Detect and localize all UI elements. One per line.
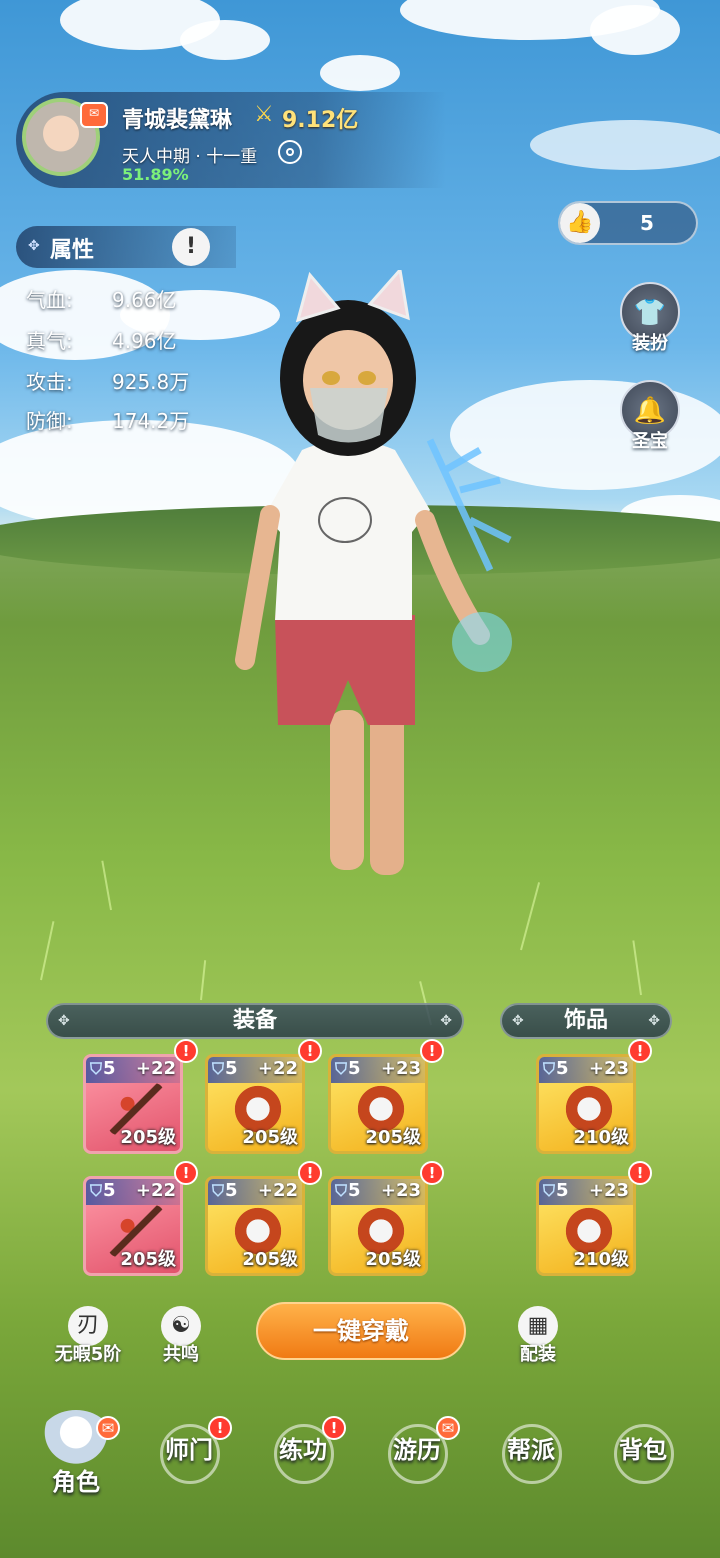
stat-hp: 气血: 9.66亿 — [26, 284, 177, 313]
diamond-ornament-icon: ✥ — [512, 1013, 524, 1029]
stat-label: 真气: — [26, 329, 73, 353]
stat-value: 925.8万 — [112, 370, 190, 394]
accessory-slot-pendant[interactable]: 5 +23 210级 — [536, 1176, 636, 1276]
chat-bubble-icon: ✉ — [96, 1416, 120, 1440]
stat-value: 9.66亿 — [112, 288, 177, 312]
item-enhance: +22 — [257, 1058, 298, 1079]
player-name: 青城裴黛琳 — [122, 108, 233, 133]
treasure-label: 圣宝 — [632, 431, 668, 452]
item-level: 205级 — [242, 1127, 298, 1148]
outfit-label: 装扮 — [632, 333, 668, 354]
equip-all-button[interactable]: 一键穿戴 — [256, 1302, 466, 1360]
item-level: 205级 — [365, 1249, 421, 1270]
nav-travel[interactable]: 游历 — [367, 1430, 467, 1465]
equipment-slot-weapon[interactable]: 5 +22 205级 — [83, 1054, 183, 1154]
resonance-label: 共鸣 — [163, 1344, 199, 1365]
shirt-icon: 👕 — [633, 298, 667, 328]
item-enhance: +23 — [588, 1058, 629, 1079]
attributes-title: 属性 — [50, 238, 95, 263]
equipment-slot-armor[interactable]: 5 +23 205级 — [328, 1054, 428, 1154]
equipment-slot-helmet[interactable]: 5 +22 205级 — [205, 1054, 305, 1154]
item-level: 210级 — [573, 1127, 629, 1148]
stat-qi: 真气: 4.96亿 — [26, 325, 177, 354]
loadout-label: 配装 — [520, 1344, 556, 1365]
crossed-swords-icon: ⚔ — [254, 102, 274, 127]
stat-label: 攻击: — [26, 370, 73, 394]
bell-icon: 🔔 — [633, 396, 667, 426]
stat-defense: 防御: 174.2万 — [26, 405, 189, 434]
item-level: 205级 — [242, 1249, 298, 1270]
info-icon[interactable]: ! — [172, 228, 210, 266]
stat-attack: 攻击: 925.8万 — [26, 366, 189, 395]
item-level: 210级 — [573, 1249, 629, 1270]
item-enhance: +22 — [135, 1180, 176, 1201]
nav-guild[interactable]: 帮派 — [481, 1430, 581, 1465]
equipment-slot-boots[interactable]: 5 +23 205级 — [328, 1176, 428, 1276]
item-rank: 5 — [90, 1180, 116, 1201]
diamond-ornament-icon: ✥ — [440, 1013, 452, 1029]
diamond-ornament-icon: ✥ — [58, 1013, 70, 1029]
stat-value: 4.96亿 — [112, 329, 177, 353]
alert-badge-icon: ! — [298, 1161, 322, 1185]
diamond-ornament-icon: ✥ — [28, 238, 40, 254]
alert-badge-icon: ! — [420, 1039, 444, 1063]
alert-badge-icon: ! — [298, 1039, 322, 1063]
stat-label: 气血: — [26, 288, 73, 312]
alert-badge-icon: ! — [420, 1161, 444, 1185]
like-count: 5 — [640, 211, 654, 235]
nav-training[interactable]: 练功 — [253, 1430, 353, 1465]
item-level: 205级 — [365, 1127, 421, 1148]
equipment-slot-belt[interactable]: 5 +22 205级 — [205, 1176, 305, 1276]
alert-badge-icon: ! — [628, 1161, 652, 1185]
item-enhance: +23 — [380, 1180, 421, 1201]
diamond-ornament-icon: ✥ — [648, 1013, 660, 1029]
equipment-header: ✥ 装备 ✥ — [46, 1003, 464, 1039]
alert-badge-icon: ! — [174, 1039, 198, 1063]
thumbs-up-icon[interactable]: 👍 — [560, 203, 600, 243]
nav-character[interactable]: 角色 — [26, 1462, 126, 1497]
chat-bubble-icon: ✉ — [80, 102, 108, 128]
combat-power: 9.12亿 — [282, 108, 359, 133]
item-rank: 5 — [335, 1180, 361, 1201]
item-enhance: +22 — [257, 1180, 298, 1201]
item-rank: 5 — [543, 1058, 569, 1079]
flawless-label: 无暇5阶 — [54, 1344, 122, 1365]
accessory-slot-ring[interactable]: 5 +23 210级 — [536, 1054, 636, 1154]
alert-badge-icon: ! — [628, 1039, 652, 1063]
item-rank: 5 — [212, 1058, 238, 1079]
alert-badge-icon: ! — [174, 1161, 198, 1185]
accessories-header: ✥ 饰品 ✥ — [500, 1003, 672, 1039]
search-icon[interactable] — [278, 140, 302, 164]
item-enhance: +22 — [135, 1058, 176, 1079]
item-enhance: +23 — [588, 1180, 629, 1201]
realm-progress: 51.89% — [122, 165, 189, 184]
stat-value: 174.2万 — [112, 409, 190, 433]
item-level: 205级 — [120, 1127, 176, 1148]
item-level: 205级 — [120, 1249, 176, 1270]
item-rank: 5 — [335, 1058, 361, 1079]
cultivation-realm: 天人中期 · 十一重 — [122, 147, 258, 167]
item-enhance: +23 — [380, 1058, 421, 1079]
stat-label: 防御: — [26, 409, 73, 433]
equipment-slot-shoulder[interactable]: 5 +22 205级 — [83, 1176, 183, 1276]
nav-bag[interactable]: 背包 — [593, 1430, 693, 1465]
equipment-title: 装备 — [232, 1008, 277, 1033]
nav-master[interactable]: 师门 — [139, 1430, 239, 1465]
accessories-title: 饰品 — [563, 1008, 608, 1033]
item-rank: 5 — [90, 1058, 116, 1079]
item-rank: 5 — [543, 1180, 569, 1201]
player-character-model — [235, 270, 512, 875]
item-rank: 5 — [212, 1180, 238, 1201]
